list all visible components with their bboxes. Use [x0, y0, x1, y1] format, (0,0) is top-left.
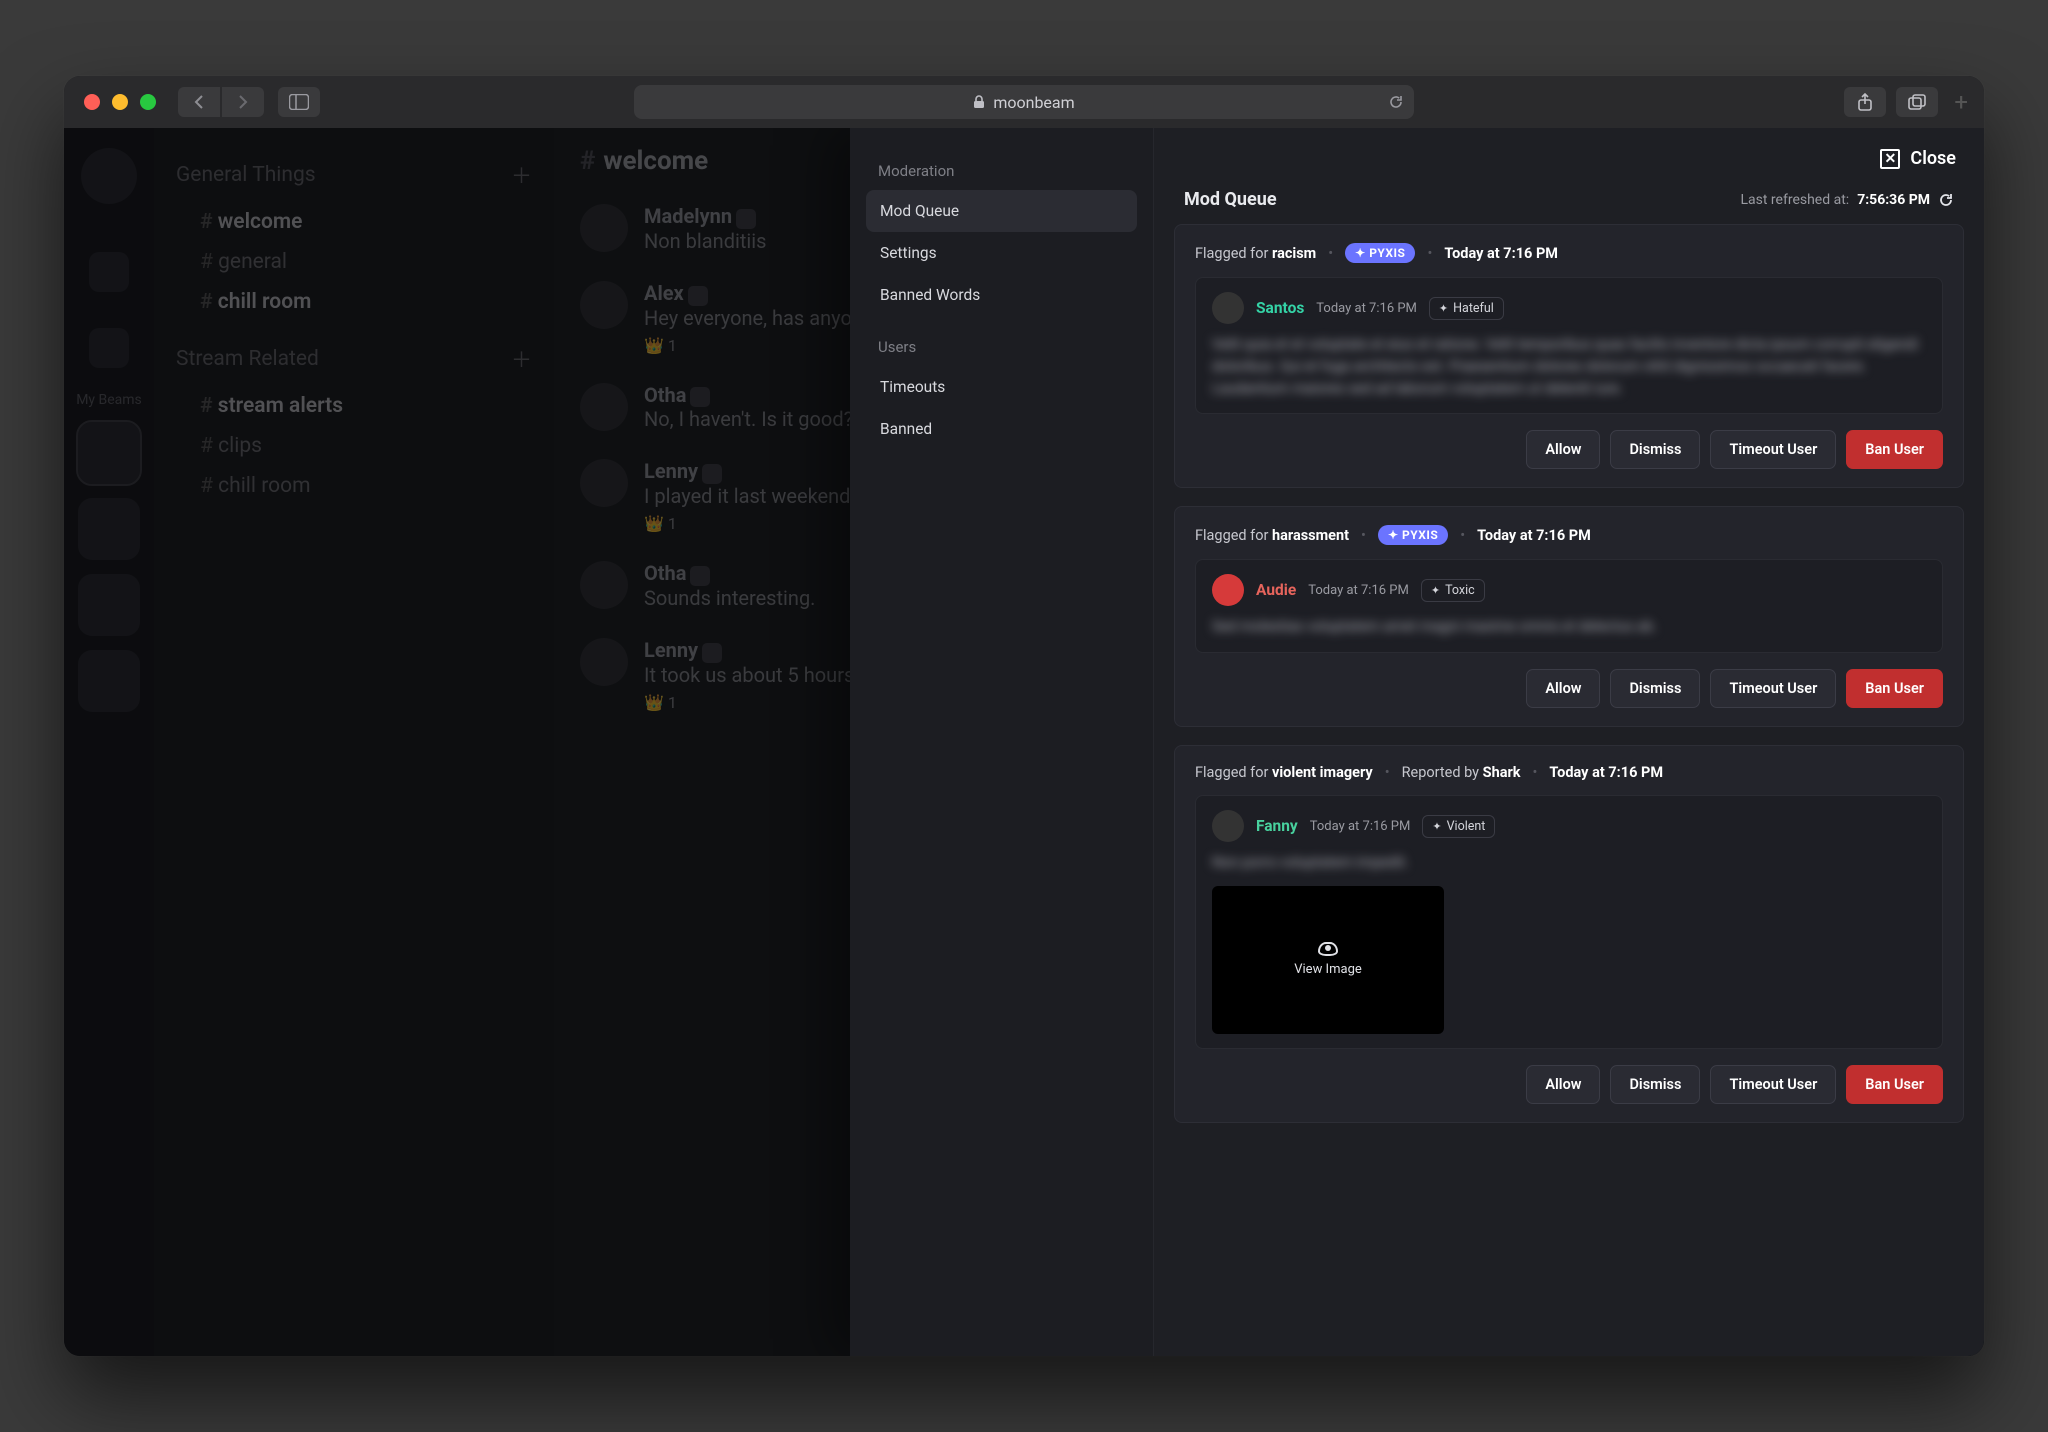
mod-nav-section: Users	[878, 338, 1125, 356]
nav-back-forward	[178, 87, 264, 117]
mod-nav-banned[interactable]: Banned	[866, 408, 1137, 450]
ban-button[interactable]: Ban User	[1846, 1065, 1943, 1104]
refresh-icon	[1938, 192, 1954, 208]
mod-nav-timeouts[interactable]: Timeouts	[866, 366, 1137, 408]
timeout-button[interactable]: Timeout User	[1710, 669, 1836, 708]
window-close-icon[interactable]	[84, 94, 100, 110]
allow-button[interactable]: Allow	[1526, 1065, 1600, 1104]
flag-row: Flagged for harassment • ✦ PYXIS • Today…	[1195, 525, 1943, 545]
tag-pill: ✦Violent	[1422, 815, 1495, 838]
card-actions: Allow Dismiss Timeout User Ban User	[1195, 669, 1943, 708]
mq-refresh[interactable]: Last refreshed at: 7:56:36 PM	[1740, 192, 1954, 208]
tag-pill: ✦Toxic	[1421, 579, 1485, 602]
flag-time: Today at 7:16 PM	[1477, 527, 1591, 544]
flagged-body: Velit quia et et voluptate et eius et ra…	[1212, 334, 1926, 399]
refresh-prefix: Last refreshed at:	[1740, 192, 1849, 208]
app-body: My Beams General Things＋ welcome general…	[64, 128, 1984, 1356]
mod-nav: Moderation Mod Queue Settings Banned Wor…	[850, 128, 1154, 1356]
mod-card: Flagged for violent imagery • Reported b…	[1174, 745, 1964, 1123]
timeout-button[interactable]: Timeout User	[1710, 1065, 1836, 1104]
ban-button[interactable]: Ban User	[1846, 430, 1943, 469]
nav-forward-button[interactable]	[222, 87, 264, 117]
mod-panel: Moderation Mod Queue Settings Banned Wor…	[850, 128, 1984, 1356]
flagged-body: Sed molestias voluptatem amet magni maxi…	[1212, 616, 1926, 638]
avatar	[1212, 292, 1244, 324]
titlebar: moonbeam +	[64, 76, 1984, 128]
tabs-button[interactable]	[1896, 87, 1938, 117]
nav-back-button[interactable]	[178, 87, 220, 117]
flagged-time: Today at 7:16 PM	[1316, 301, 1417, 316]
flagged-user[interactable]: Fanny	[1256, 817, 1298, 835]
traffic-lights	[84, 94, 156, 110]
flag-time: Today at 7:16 PM	[1444, 245, 1558, 262]
flagged-time: Today at 7:16 PM	[1310, 819, 1411, 834]
spark-icon: ✦	[1432, 820, 1441, 833]
mod-nav-bannedwords[interactable]: Banned Words	[866, 274, 1137, 316]
close-button[interactable]: ✕ Close	[1880, 148, 1956, 169]
mod-content: ✕ Close Mod Queue Last refreshed at: 7:5…	[1154, 128, 1984, 1356]
image-block[interactable]: View Image	[1212, 886, 1444, 1034]
timeout-button[interactable]: Timeout User	[1710, 430, 1836, 469]
allow-button[interactable]: Allow	[1526, 669, 1600, 708]
flagged-message: Fanny Today at 7:16 PM ✦Violent Non porr…	[1195, 795, 1943, 1049]
tag-pill: ✦Hateful	[1429, 297, 1504, 320]
card-list: Flagged for racism • ✦ PYXIS • Today at …	[1154, 224, 1984, 1143]
close-icon: ✕	[1880, 149, 1900, 169]
mq-header: Mod Queue Last refreshed at: 7:56:36 PM	[1154, 189, 1984, 224]
flagged-body: Non porro voluptatem impedit.	[1212, 852, 1926, 874]
reload-icon[interactable]	[1388, 94, 1404, 110]
dismiss-button[interactable]: Dismiss	[1610, 430, 1700, 469]
spark-icon: ✦	[1431, 584, 1440, 597]
refresh-time: 7:56:36 PM	[1857, 192, 1930, 208]
titlebar-right: +	[1844, 87, 1968, 117]
browser-window: moonbeam + My Beams	[64, 76, 1984, 1356]
mod-nav-modqueue[interactable]: Mod Queue	[866, 190, 1137, 232]
flag-label: Flagged for racism	[1195, 245, 1316, 262]
new-tab-button[interactable]: +	[1954, 88, 1968, 116]
mod-card: Flagged for harassment • ✦ PYXIS • Today…	[1174, 506, 1964, 727]
avatar	[1212, 574, 1244, 606]
dismiss-button[interactable]: Dismiss	[1610, 669, 1700, 708]
flagged-user[interactable]: Santos	[1256, 299, 1304, 317]
mod-top: ✕ Close	[1154, 128, 1984, 189]
flag-label: Flagged for harassment	[1195, 527, 1349, 544]
avatar	[1212, 810, 1244, 842]
card-actions: Allow Dismiss Timeout User Ban User	[1195, 1065, 1943, 1104]
lock-icon	[973, 95, 985, 109]
sidebar-toggle-button[interactable]	[278, 87, 320, 117]
allow-button[interactable]: Allow	[1526, 430, 1600, 469]
flag-time: Today at 7:16 PM	[1549, 764, 1663, 781]
flagged-message: Santos Today at 7:16 PM ✦Hateful Velit q…	[1195, 277, 1943, 414]
mod-card: Flagged for racism • ✦ PYXIS • Today at …	[1174, 224, 1964, 488]
window-max-icon[interactable]	[140, 94, 156, 110]
flagged-user[interactable]: Audie	[1256, 581, 1296, 599]
close-label: Close	[1910, 148, 1956, 169]
flagged-time: Today at 7:16 PM	[1308, 583, 1409, 598]
flag-row: Flagged for racism • ✦ PYXIS • Today at …	[1195, 243, 1943, 263]
view-image-label: View Image	[1294, 962, 1362, 977]
flagged-message: Audie Today at 7:16 PM ✦Toxic Sed molest…	[1195, 559, 1943, 653]
pyxis-pill: ✦ PYXIS	[1378, 525, 1448, 545]
address-text: moonbeam	[993, 93, 1074, 112]
address-bar[interactable]: moonbeam	[634, 85, 1414, 119]
eye-icon	[1318, 942, 1338, 956]
flag-row: Flagged for violent imagery • Reported b…	[1195, 764, 1943, 781]
pyxis-pill: ✦ PYXIS	[1345, 243, 1415, 263]
flag-label: Flagged for violent imagery	[1195, 764, 1373, 781]
mq-title: Mod Queue	[1184, 189, 1277, 210]
window-min-icon[interactable]	[112, 94, 128, 110]
mod-nav-settings[interactable]: Settings	[866, 232, 1137, 274]
dismiss-button[interactable]: Dismiss	[1610, 1065, 1700, 1104]
spark-icon: ✦	[1439, 302, 1448, 315]
ban-button[interactable]: Ban User	[1846, 669, 1943, 708]
mod-nav-section: Moderation	[878, 162, 1125, 180]
share-button[interactable]	[1844, 87, 1886, 117]
card-actions: Allow Dismiss Timeout User Ban User	[1195, 430, 1943, 469]
reporter: Reported by Shark	[1402, 764, 1521, 781]
